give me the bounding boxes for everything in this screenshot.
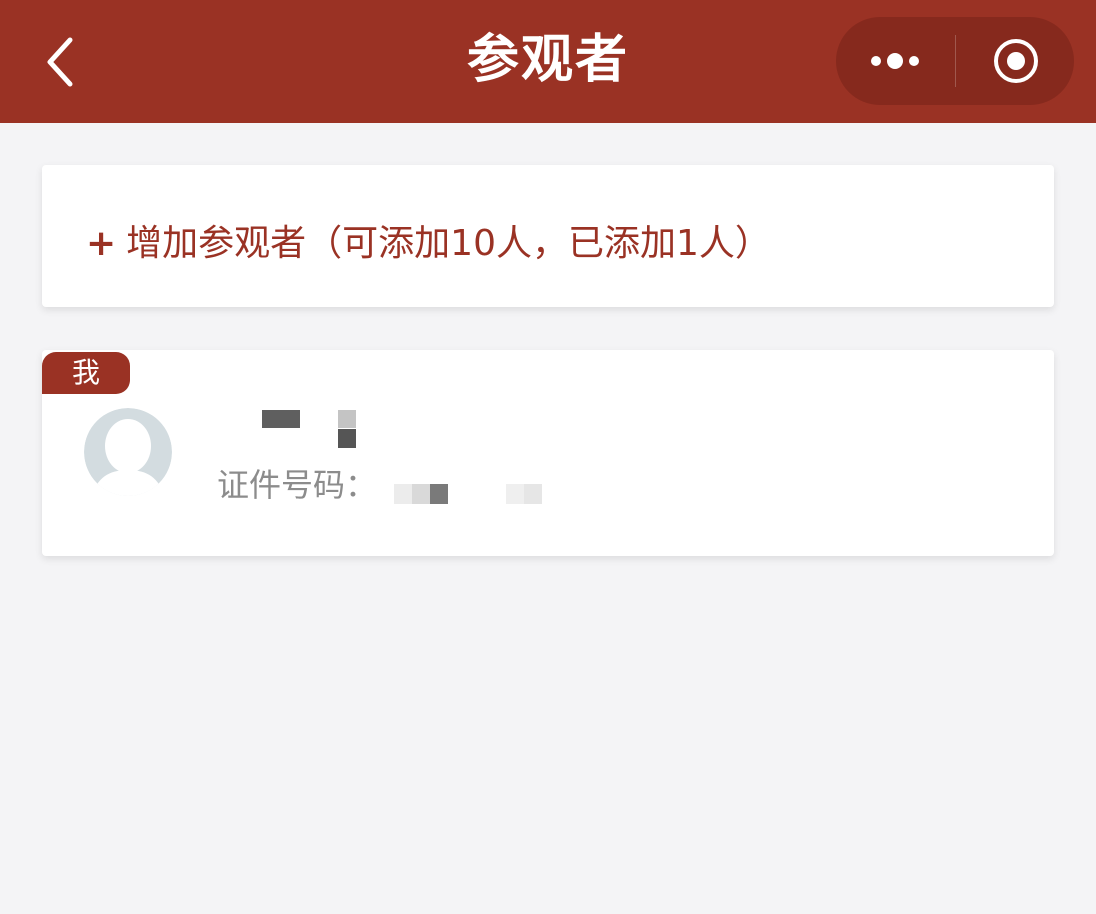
nav-bar: 参观者 — [0, 0, 1096, 123]
add-visitor-button[interactable]: + 增加参观者（可添加10人，已添加1人） — [86, 218, 771, 270]
more-button[interactable] — [836, 17, 954, 105]
add-visitor-label: 增加参观者（可添加10人，已添加1人） — [126, 223, 771, 264]
id-number-label: 证件号码： — [217, 466, 378, 504]
visitor-card[interactable] — [42, 350, 1054, 556]
chevron-left-icon — [47, 37, 73, 87]
back-button[interactable] — [36, 30, 92, 94]
more-dots-icon — [871, 53, 919, 69]
close-mini-program-button[interactable] — [956, 17, 1074, 105]
visitor-name-redacted — [262, 410, 356, 448]
self-badge: 我 — [42, 352, 130, 394]
mini-program-capsule — [836, 17, 1074, 105]
id-number-redacted — [394, 484, 542, 504]
default-avatar-icon — [84, 408, 172, 496]
plus-icon: + — [86, 223, 117, 264]
target-close-icon — [994, 39, 1038, 83]
